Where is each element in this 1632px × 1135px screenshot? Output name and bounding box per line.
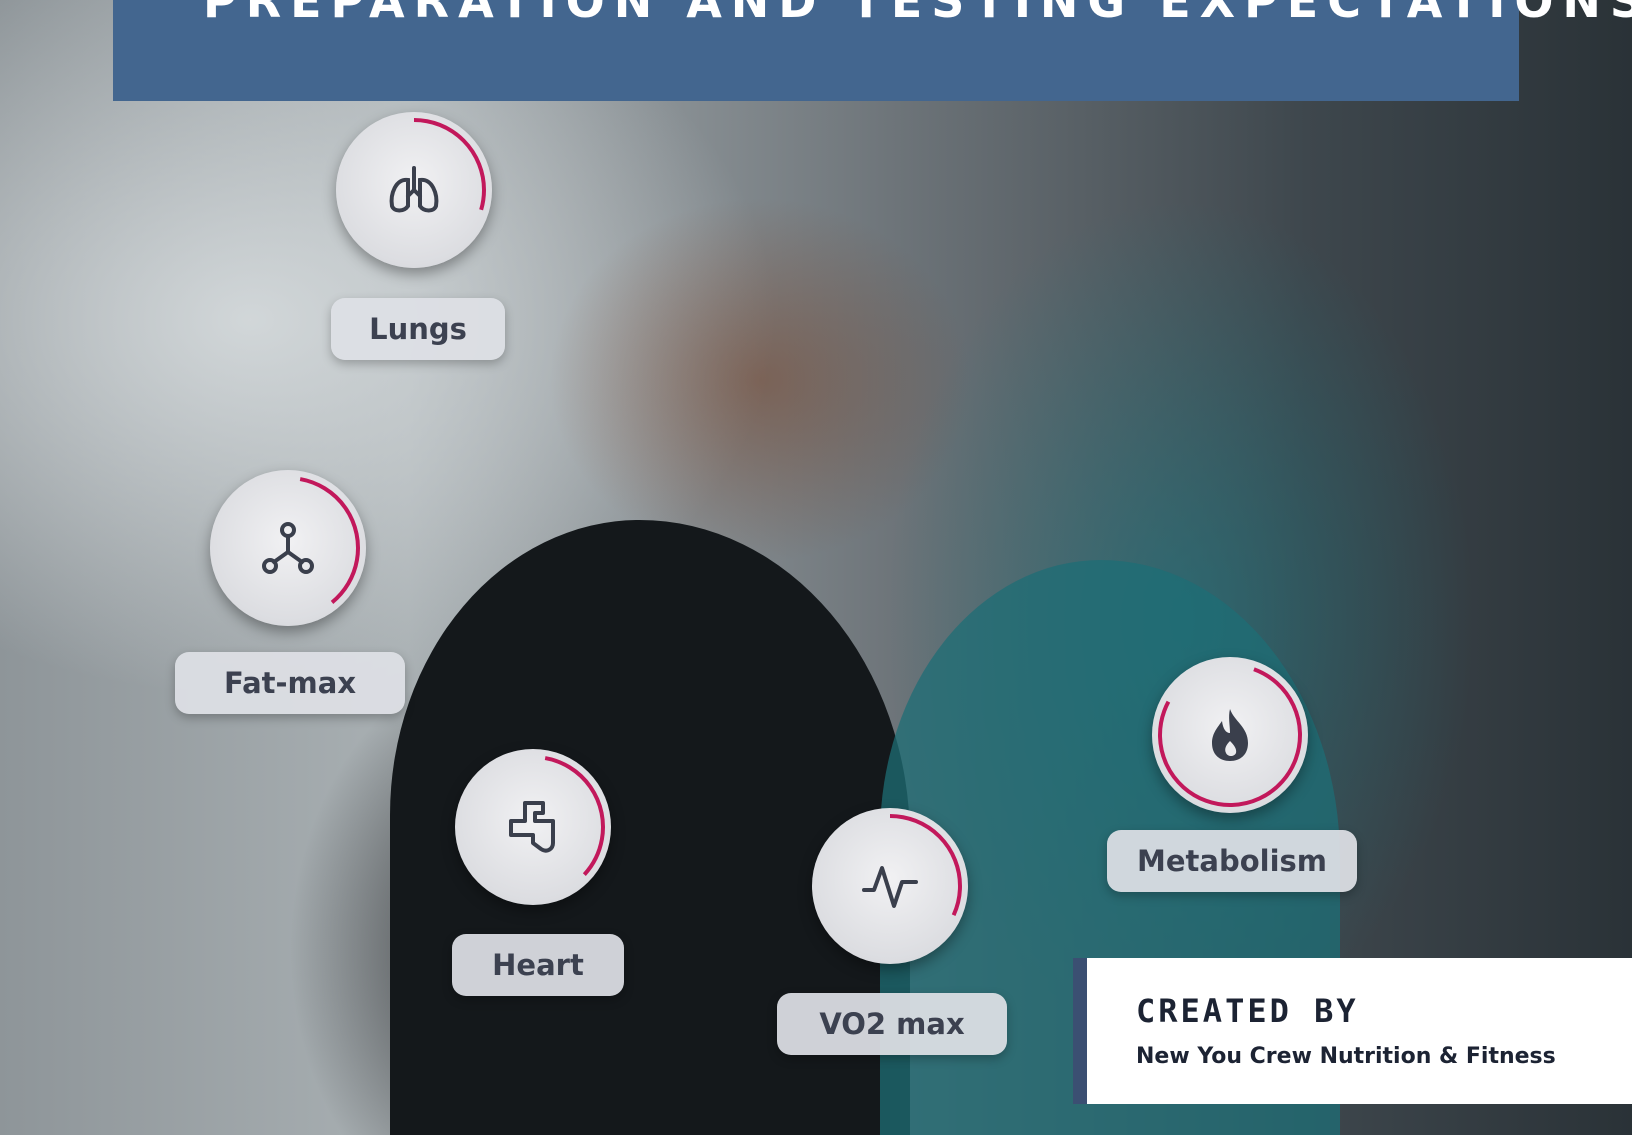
fat-max-label: Fat-max [175,652,405,714]
heart-metric-circle[interactable] [455,749,611,905]
metabolism-metric-circle[interactable] [1152,657,1308,813]
creator-name: New You Crew Nutrition & Fitness [1136,1044,1556,1069]
fat-max-metric-circle[interactable] [210,470,366,626]
pulse-icon [862,866,918,908]
title-banner: PREPARATION AND TESTING EXPECTATIONS [113,0,1632,101]
lungs-icon [389,166,439,213]
heart-icon [509,801,555,853]
created-by-label: CREATED BY [1136,992,1359,1030]
lungs-metric-circle[interactable] [336,112,492,268]
credit-box: CREATED BY New You Crew Nutrition & Fitn… [1073,958,1632,1104]
heart-label: Heart [452,934,624,996]
vo2-max-label: VO2 max [777,993,1007,1055]
lungs-label: Lungs [331,298,505,360]
molecule-icon [262,522,314,574]
vo2-max-metric-circle[interactable] [812,808,968,964]
flame-icon [1212,709,1248,761]
metabolism-label: Metabolism [1107,830,1357,892]
page-title: PREPARATION AND TESTING EXPECTATIONS [203,0,1632,28]
